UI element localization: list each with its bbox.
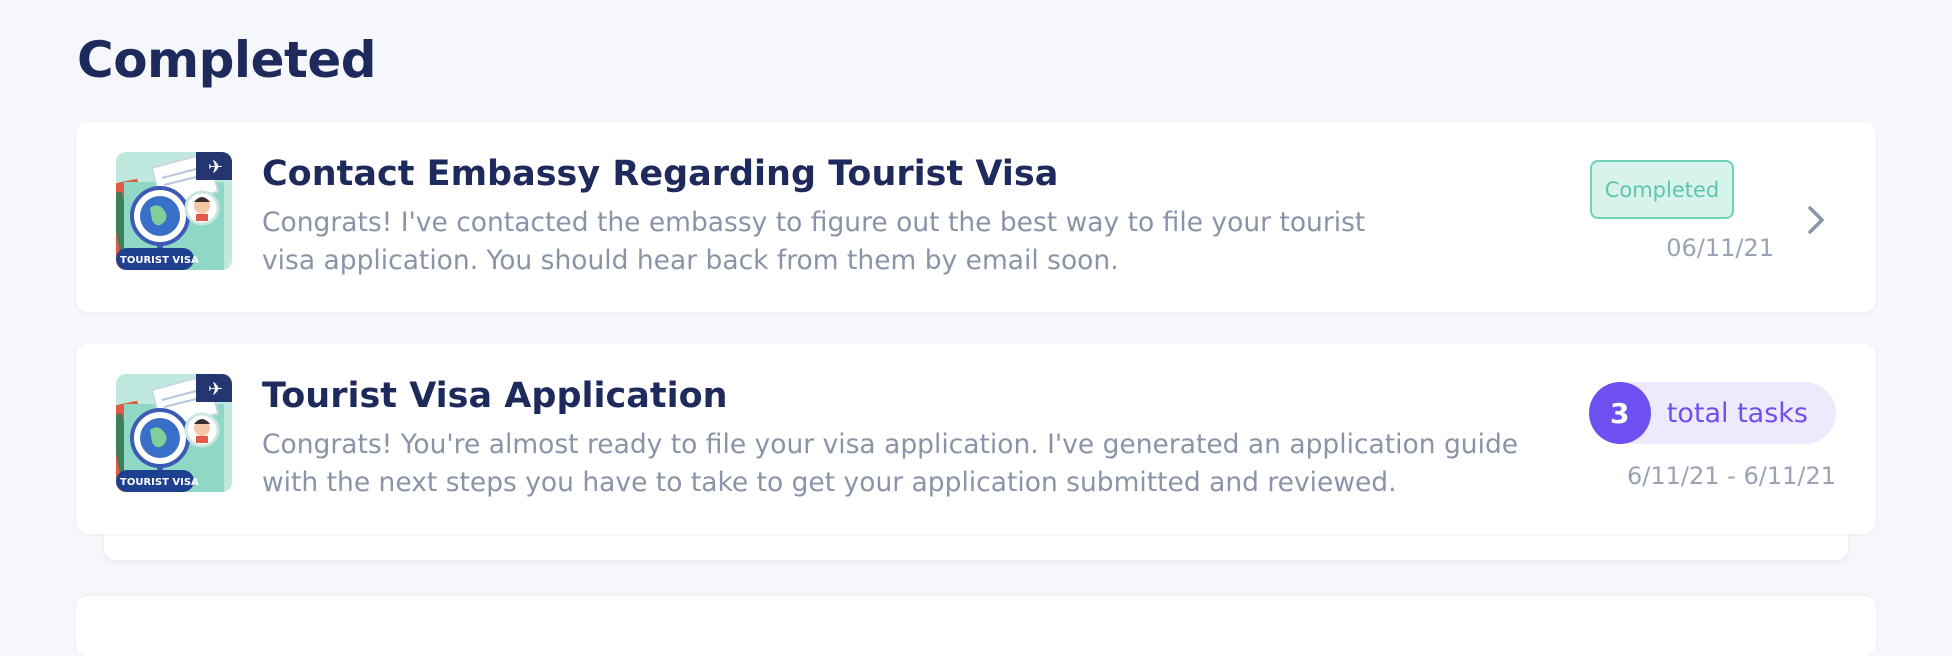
- task-count-label: total tasks: [1666, 397, 1808, 429]
- tourist-visa-thumbnail: ✈ TOURIST VISA: [116, 374, 232, 492]
- tourist-visa-thumbnail: ✈ TOURIST VISA: [116, 152, 232, 270]
- task-count: 3: [1588, 382, 1651, 444]
- chevron-right-icon[interactable]: [1802, 200, 1830, 240]
- task-date-range: 6/11/21 - 6/11/21: [1627, 462, 1836, 490]
- task-date: 06/11/21: [1666, 234, 1774, 262]
- task-card-contact-embassy[interactable]: ✈ TOURIST VISA Contact Embassy Regarding…: [76, 122, 1876, 312]
- task-title: Tourist Visa Application: [262, 376, 728, 416]
- total-tasks-badge[interactable]: 3 total tasks: [1588, 382, 1836, 444]
- svg-text:✈: ✈: [208, 379, 223, 400]
- task-description: Congrats! I've contacted the embassy to …: [262, 207, 1366, 276]
- section-title: Completed: [77, 31, 377, 89]
- svg-text:✈: ✈: [208, 157, 223, 178]
- status-badge: Completed: [1590, 160, 1734, 219]
- task-card-partial[interactable]: [76, 596, 1876, 656]
- svg-text:TOURIST VISA: TOURIST VISA: [120, 477, 199, 488]
- task-title: Contact Embassy Regarding Tourist Visa: [262, 154, 1059, 194]
- svg-text:TOURIST VISA: TOURIST VISA: [120, 255, 199, 266]
- task-card-tourist-visa-application[interactable]: ✈ TOURIST VISA Tourist Visa Application …: [76, 344, 1876, 534]
- task-description: Congrats! You're almost ready to file yo…: [262, 429, 1519, 498]
